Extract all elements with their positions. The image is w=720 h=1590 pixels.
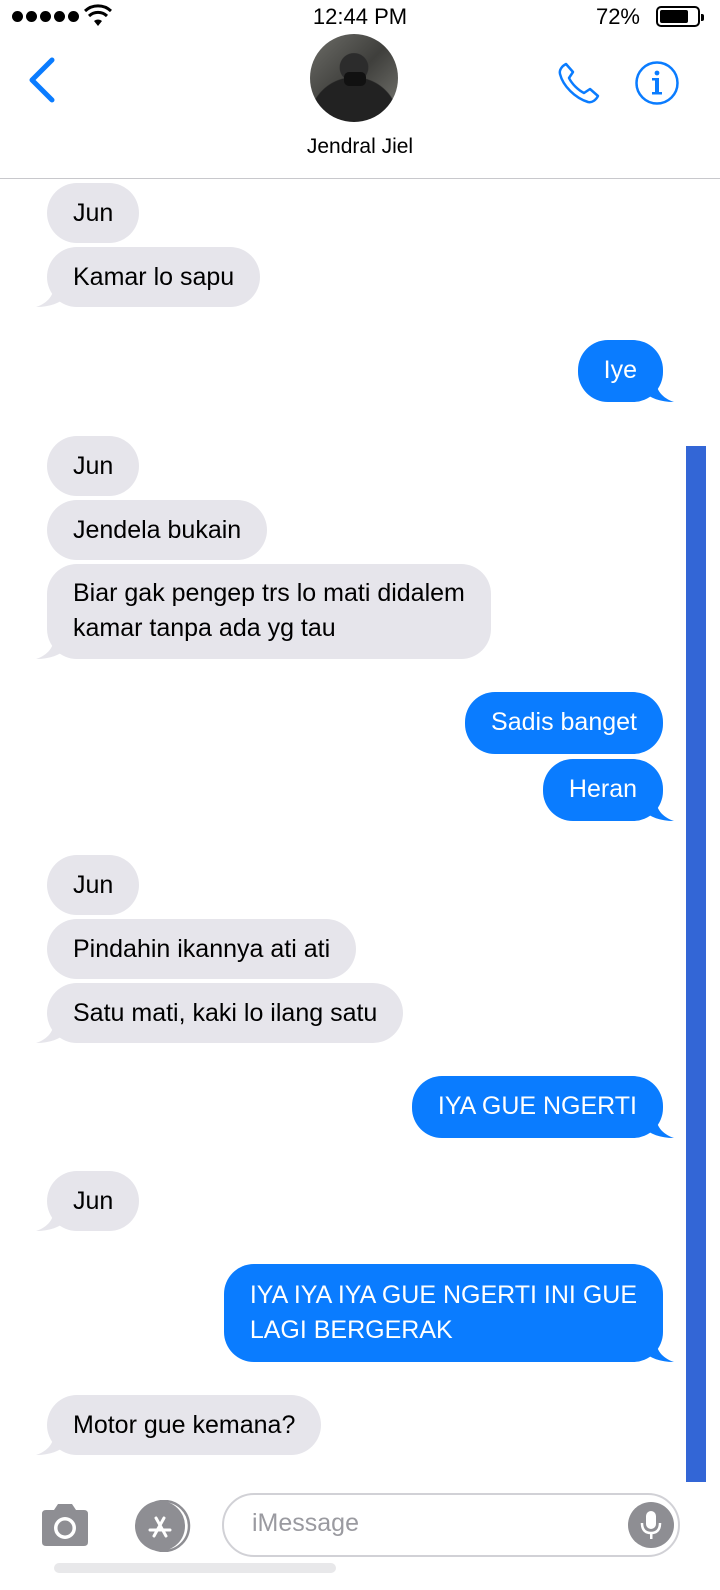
message-bubble-outgoing[interactable]: IYA GUE NGERTI: [411, 1076, 663, 1138]
bubble-tail: [36, 1433, 66, 1455]
camera-icon[interactable]: [38, 1500, 92, 1550]
avatar[interactable]: [310, 34, 398, 122]
message-bubble-incoming[interactable]: Kamar lo sapu: [47, 247, 261, 307]
bubble-tail: [644, 1116, 674, 1138]
contact-name[interactable]: Jendral Jiel: [0, 135, 720, 159]
scroll-indicator[interactable]: [686, 446, 706, 1482]
status-bar: 12:44 PM 72%: [0, 0, 720, 34]
app-drawer-strip: [54, 1563, 336, 1573]
message-bubble-incoming[interactable]: Satu mati, kaki lo ilang satu: [47, 983, 404, 1043]
bubble-tail: [36, 1209, 66, 1231]
app-store-icon[interactable]: [128, 1500, 192, 1552]
bubble-tail: [644, 380, 674, 402]
chevron-left-icon[interactable]: [24, 54, 60, 106]
message-line: kamar tanpa ada yg tau: [73, 614, 336, 642]
message-bubble-outgoing[interactable]: IYA IYA IYA GUE NGERTI INI GUE LAGI BERG…: [223, 1264, 663, 1362]
microphone-icon[interactable]: [628, 1502, 674, 1548]
message-bubble-incoming[interactable]: Jun: [47, 436, 140, 496]
message-bubble-incoming[interactable]: Jun: [47, 855, 140, 915]
bubble-tail: [36, 1021, 66, 1043]
message-bubble-incoming[interactable]: Pindahin ikannya ati ati: [47, 919, 357, 979]
info-icon[interactable]: [634, 60, 680, 106]
message-bubble-incoming[interactable]: Jendela bukain: [47, 500, 268, 560]
message-line: LAGI BERGERAK: [249, 1316, 453, 1344]
battery-icon: [656, 6, 704, 27]
message-bubble-incoming[interactable]: Jun: [47, 183, 140, 243]
message-line: Biar gak pengep trs lo mati didalem: [73, 579, 465, 607]
phone-icon[interactable]: [556, 60, 602, 106]
message-input[interactable]: iMessage: [222, 1493, 680, 1557]
message-line: IYA IYA IYA GUE NGERTI INI GUE: [249, 1281, 637, 1309]
message-bubble-incoming[interactable]: Biar gak pengep trs lo mati didalem kama…: [47, 564, 491, 659]
bubble-tail: [36, 637, 66, 659]
bubble-tail: [644, 799, 674, 821]
message-input-placeholder: iMessage: [252, 1509, 359, 1537]
battery-percent: 72%: [595, 4, 640, 29]
message-bubble-outgoing[interactable]: Sadis banget: [465, 692, 663, 754]
bubble-tail: [644, 1340, 674, 1362]
message-bubble-incoming[interactable]: Motor gue kemana?: [47, 1395, 322, 1455]
bubble-tail: [36, 285, 66, 307]
conversation-header: Jendral Jiel: [0, 34, 720, 179]
